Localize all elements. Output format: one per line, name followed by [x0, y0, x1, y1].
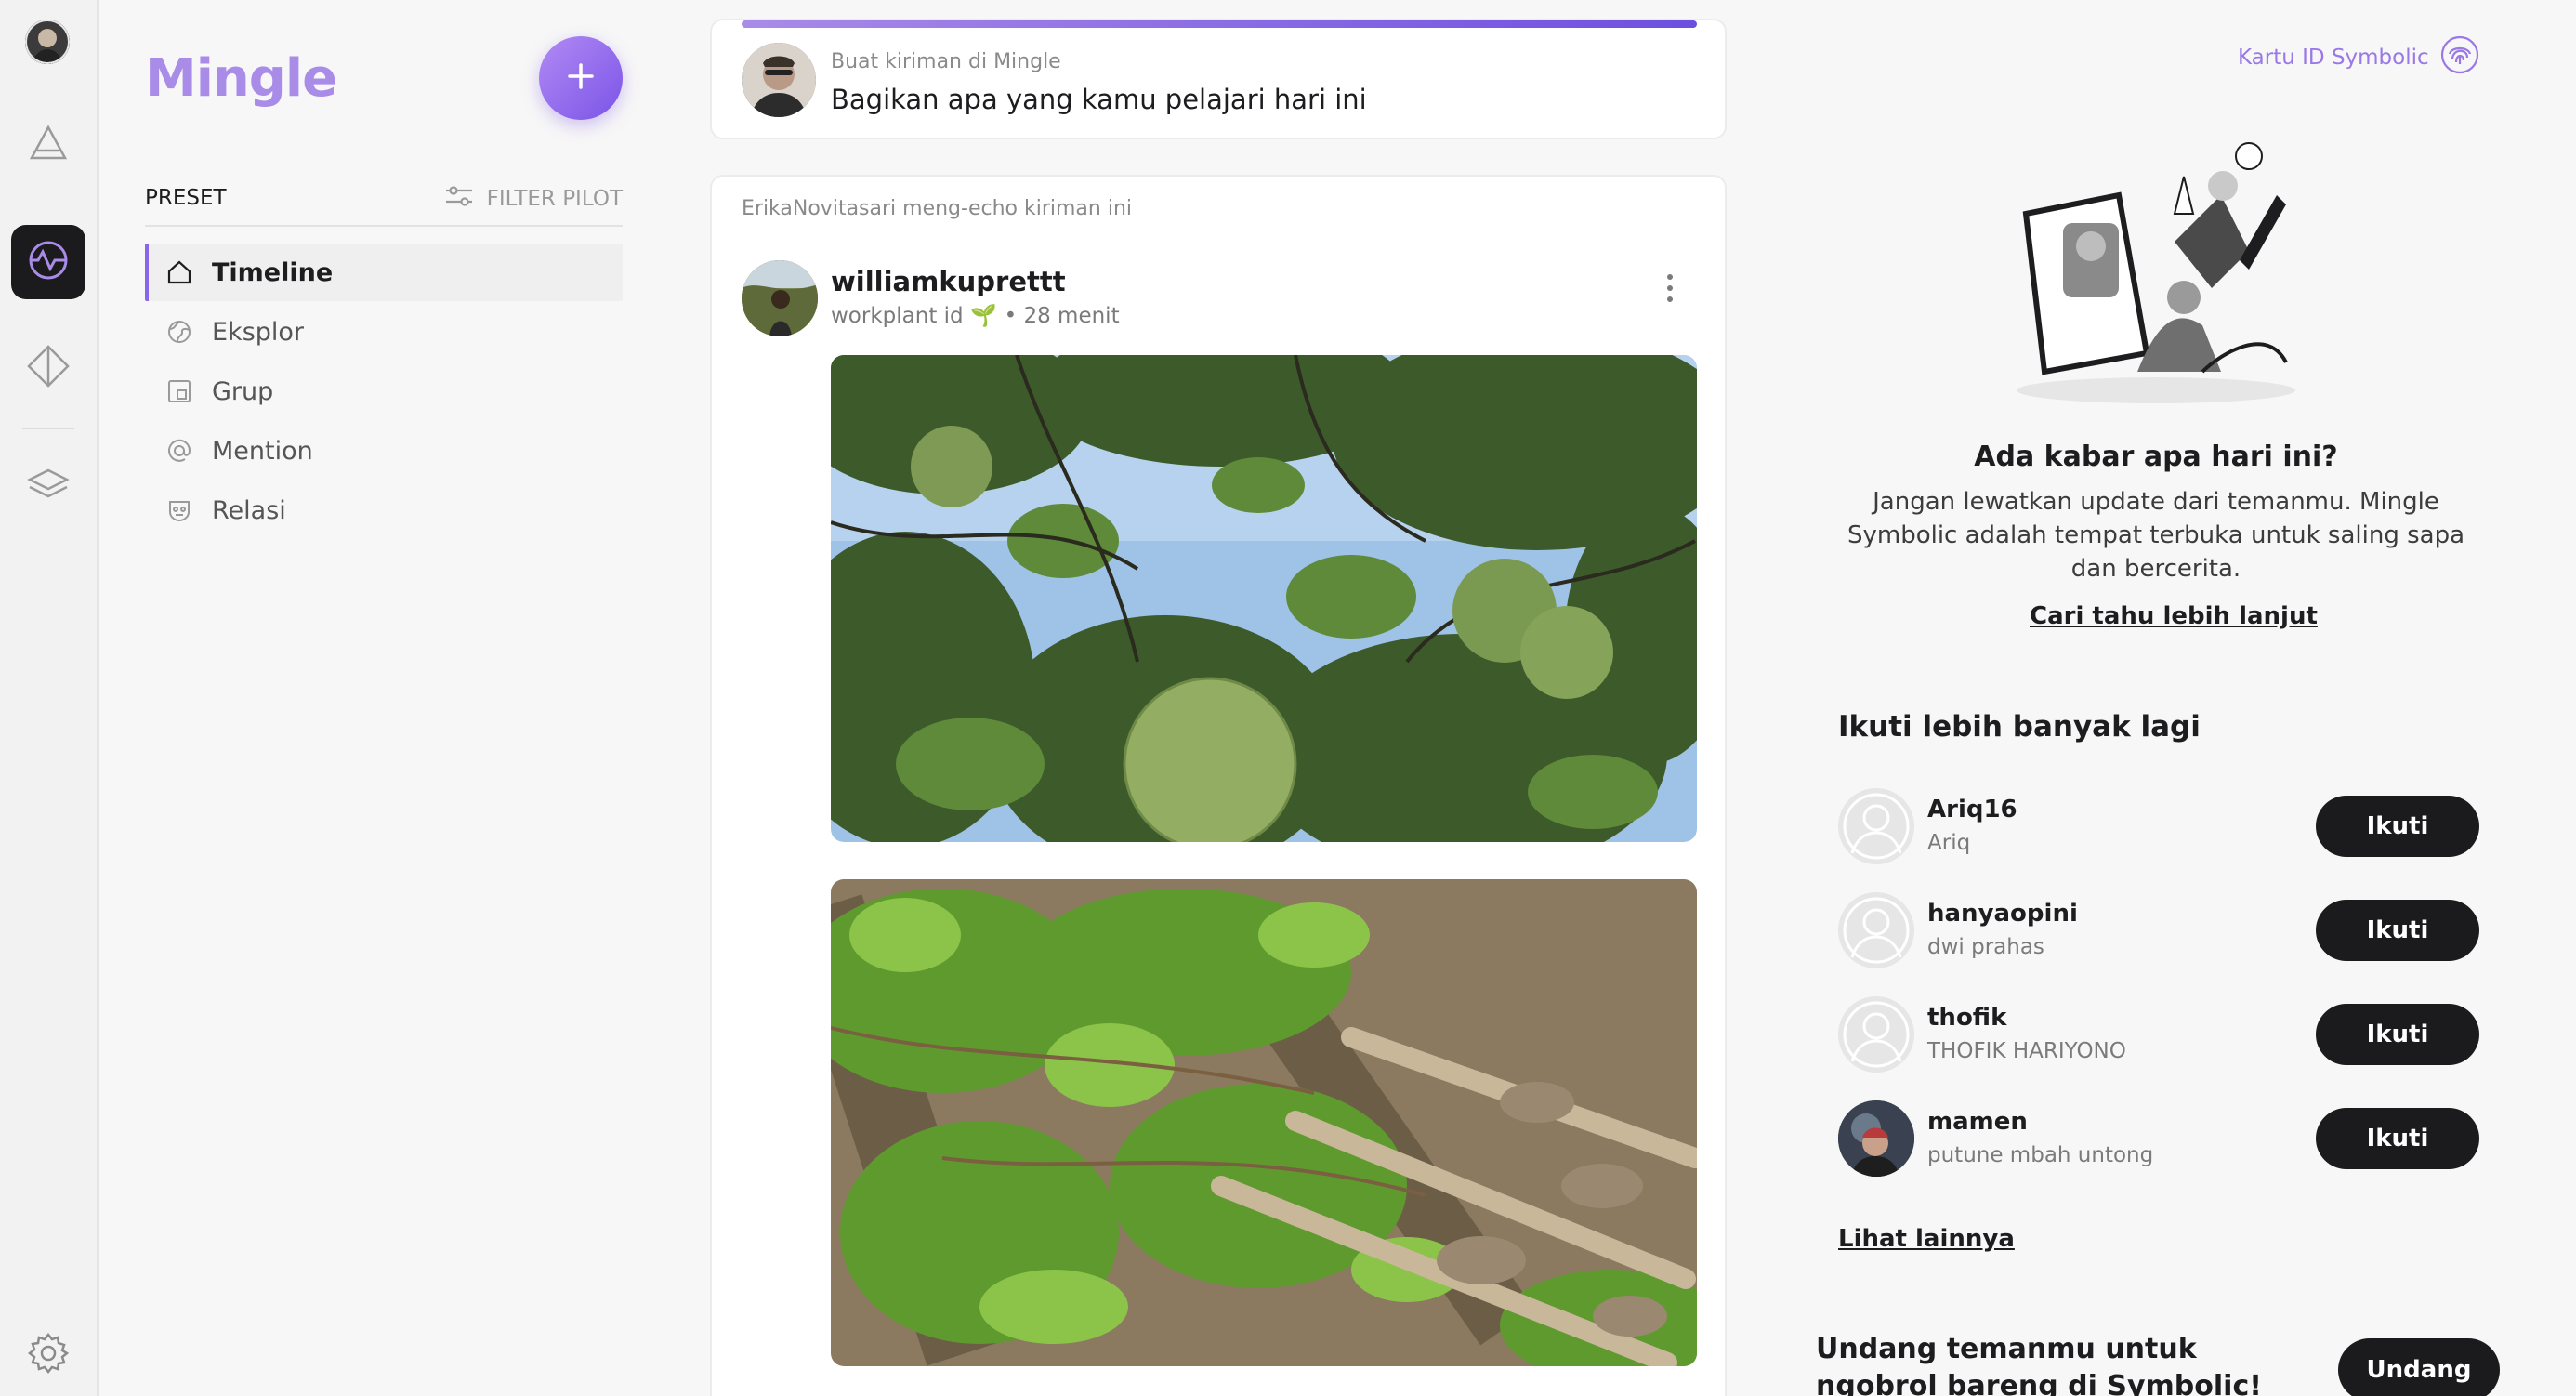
suggestion-display-name: dwi prahas — [1927, 935, 2044, 959]
home-icon — [165, 258, 193, 286]
follow-button[interactable]: Ikuti — [2316, 900, 2479, 961]
profile-avatar[interactable] — [25, 20, 70, 64]
follow-suggestion-row: thofik THOFIK HARIYONO Ikuti — [1838, 991, 2479, 1095]
post-composer[interactable]: Buat kiriman di Mingle Bagikan apa yang … — [710, 19, 1727, 139]
dot-icon — [1667, 285, 1673, 291]
relations-icon — [165, 496, 193, 524]
avatar[interactable] — [1838, 788, 1914, 864]
suggestion-name[interactable]: thofik — [1927, 1004, 2006, 1032]
diamond-nav-button[interactable] — [11, 331, 85, 405]
preset-menu: Timeline Eksplor Grup Mention Relasi — [145, 244, 623, 541]
pomelo-tree-photo — [831, 355, 1697, 842]
rail-divider — [22, 428, 74, 429]
settings-button[interactable] — [11, 1318, 85, 1392]
triangle-icon — [28, 123, 69, 167]
invite-text: Undang temanmu untuk ngobrol bareng di S… — [1816, 1333, 2262, 1396]
promo-title: Ada kabar apa hari ini? — [1974, 441, 2338, 473]
suggestion-name[interactable]: Ariq16 — [1927, 796, 2017, 823]
group-icon — [165, 377, 193, 405]
nav-item-label: Mention — [212, 436, 313, 466]
suggestion-display-name: THOFIK HARIYONO — [1927, 1039, 2126, 1063]
follow-button[interactable]: Ikuti — [2316, 1004, 2479, 1065]
welcome-illustration — [2007, 139, 2305, 409]
suggestion-display-name: putune mbah untong — [1927, 1143, 2154, 1167]
follow-suggestion-row: mamen putune mbah untong Ikuti — [1838, 1095, 2479, 1199]
follow-suggestion-row: Ariq16 Ariq Ikuti — [1838, 783, 2479, 887]
preset-label: PRESET — [145, 186, 227, 210]
post-photo[interactable] — [831, 879, 1697, 1366]
plus-icon — [565, 60, 597, 96]
nav-item-relasi[interactable]: Relasi — [145, 481, 623, 539]
layers-icon — [26, 461, 71, 509]
promo-text: Jangan lewatkan update dari temanmu. Min… — [1847, 488, 2464, 583]
kartu-id-label: Kartu ID Symbolic — [2238, 46, 2429, 70]
post-meta: workplant id 🌱 • 28 menit — [831, 303, 1120, 329]
globe-icon — [165, 318, 193, 346]
fingerprint-icon — [2440, 35, 2479, 80]
diamond-icon — [26, 344, 71, 392]
avatar[interactable] — [1838, 892, 1914, 968]
filter-pilot-button[interactable]: FILTER PILOT — [444, 182, 623, 216]
nav-item-label: Timeline — [212, 257, 334, 287]
nav-item-label: Eksplor — [212, 317, 305, 347]
gear-icon — [27, 1332, 70, 1378]
echo-note: ErikaNovitasari meng-echo kiriman ini — [742, 197, 1133, 220]
new-post-button[interactable] — [539, 36, 623, 120]
follow-suggestions-title: Ikuti lebih banyak lagi — [1838, 710, 2201, 744]
post-time: • 28 menit — [1004, 303, 1120, 328]
nav-item-timeline[interactable]: Timeline — [145, 244, 623, 301]
post-photo[interactable] — [831, 355, 1697, 842]
see-more-link[interactable]: Lihat lainnya — [1838, 1225, 2015, 1253]
avatar[interactable] — [1838, 996, 1914, 1073]
left-navigation: Mingle PRESET FILTER PILOT Timeline Eksp… — [99, 0, 656, 1396]
post-group[interactable]: workplant id 🌱 — [831, 303, 997, 328]
composer-accent-bar — [742, 20, 1697, 28]
invite-button[interactable]: Undang — [2338, 1338, 2500, 1396]
avatar[interactable] — [1838, 1100, 1914, 1177]
triangle-nav-button[interactable] — [11, 108, 85, 182]
grafted-seedlings-photo — [831, 879, 1697, 1366]
nav-item-eksplor[interactable]: Eksplor — [145, 303, 623, 361]
layers-nav-button[interactable] — [11, 448, 85, 522]
nav-item-grup[interactable]: Grup — [145, 362, 623, 420]
activity-nav-button[interactable] — [11, 225, 85, 299]
suggestion-name[interactable]: mamen — [1927, 1108, 2028, 1136]
kartu-id-link[interactable]: Kartu ID Symbolic — [2238, 35, 2479, 80]
activity-icon — [25, 237, 72, 287]
avatar — [742, 43, 816, 117]
follow-button[interactable]: Ikuti — [2316, 1108, 2479, 1169]
filter-icon — [444, 183, 474, 215]
composer-prompt[interactable]: Bagikan apa yang kamu pelajari hari ini — [831, 84, 1367, 115]
filter-pilot-label: FILTER PILOT — [486, 187, 623, 211]
follow-suggestion-row: hanyaopini dwi prahas Ikuti — [1838, 887, 2479, 991]
nav-item-label: Relasi — [212, 495, 286, 525]
preset-header: PRESET FILTER PILOT — [145, 182, 623, 227]
suggestion-display-name: Ariq — [1927, 831, 1971, 855]
composer-hint: Buat kiriman di Mingle — [831, 50, 1061, 73]
at-icon — [165, 437, 193, 465]
post-author-avatar[interactable] — [742, 260, 818, 336]
follow-button[interactable]: Ikuti — [2316, 796, 2479, 857]
brand-logo[interactable]: Mingle — [145, 48, 337, 109]
dot-icon — [1667, 274, 1673, 280]
nav-item-mention[interactable]: Mention — [145, 422, 623, 480]
dot-icon — [1667, 296, 1673, 302]
follow-suggestions: Ariq16 Ariq Ikuti hanyaopini dwi prahas … — [1838, 783, 2479, 1199]
icon-rail — [0, 0, 99, 1396]
post-author-name[interactable]: williamkuprettt — [831, 266, 1066, 297]
nav-item-label: Grup — [212, 376, 274, 406]
learn-more-link[interactable]: Cari tahu lebih lanjut — [2030, 602, 2318, 630]
suggestion-name[interactable]: hanyaopini — [1927, 900, 2078, 928]
feed-post: ErikaNovitasari meng-echo kiriman ini wi… — [710, 175, 1727, 1396]
post-more-button[interactable] — [1656, 270, 1684, 307]
